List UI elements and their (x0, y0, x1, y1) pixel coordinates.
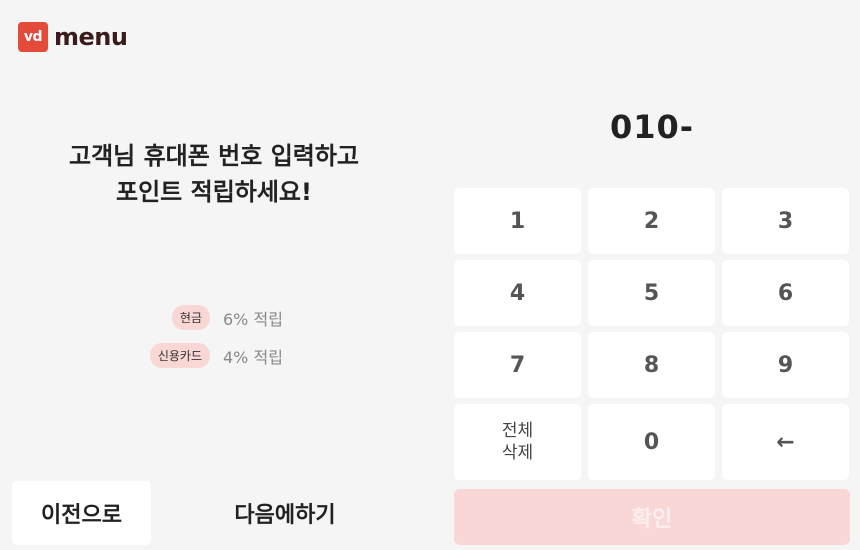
page-headline: 고객님 휴대폰 번호 입력하고 포인트 적립하세요! (0, 138, 428, 210)
key-0[interactable]: 0 (588, 404, 715, 480)
previous-button[interactable]: 이전으로 (12, 481, 151, 545)
backspace-button[interactable]: ← (722, 404, 849, 480)
reward-tag-cash: 현금 (171, 305, 210, 330)
key-7[interactable]: 7 (454, 332, 581, 398)
reward-tag-card: 신용카드 (149, 343, 210, 368)
confirm-button[interactable]: 확인 (454, 489, 850, 545)
arrow-left-icon: ← (776, 429, 795, 455)
key-6[interactable]: 6 (722, 260, 849, 326)
app-logo: vd menu (18, 22, 128, 52)
clear-all-line-2: 삭제 (501, 443, 534, 463)
key-5[interactable]: 5 (588, 260, 715, 326)
key-4[interactable]: 4 (454, 260, 581, 326)
key-1[interactable]: 1 (454, 188, 581, 254)
number-keypad: 1 2 3 4 5 6 7 8 9 전체 삭제 0 ← (454, 188, 850, 480)
skip-later-button[interactable]: 다음에하기 (200, 481, 370, 545)
reward-rate-cash: 6% 적립 (223, 309, 283, 329)
logo-badge: vd (18, 22, 48, 52)
reward-cash: 현금 6% 적립 (0, 305, 428, 330)
headline-line-1: 고객님 휴대폰 번호 입력하고 (68, 142, 360, 170)
key-8[interactable]: 8 (588, 332, 715, 398)
clear-all-button[interactable]: 전체 삭제 (454, 404, 581, 480)
reward-card: 신용카드 4% 적립 (0, 343, 428, 368)
reward-rate-card: 4% 적립 (223, 347, 283, 367)
phone-number-display: 010- (609, 108, 695, 146)
clear-all-line-1: 전체 (501, 421, 534, 441)
key-9[interactable]: 9 (722, 332, 849, 398)
key-2[interactable]: 2 (588, 188, 715, 254)
logo-wordmark: menu (54, 23, 128, 51)
headline-line-2: 포인트 적립하세요! (116, 178, 312, 206)
key-3[interactable]: 3 (722, 188, 849, 254)
